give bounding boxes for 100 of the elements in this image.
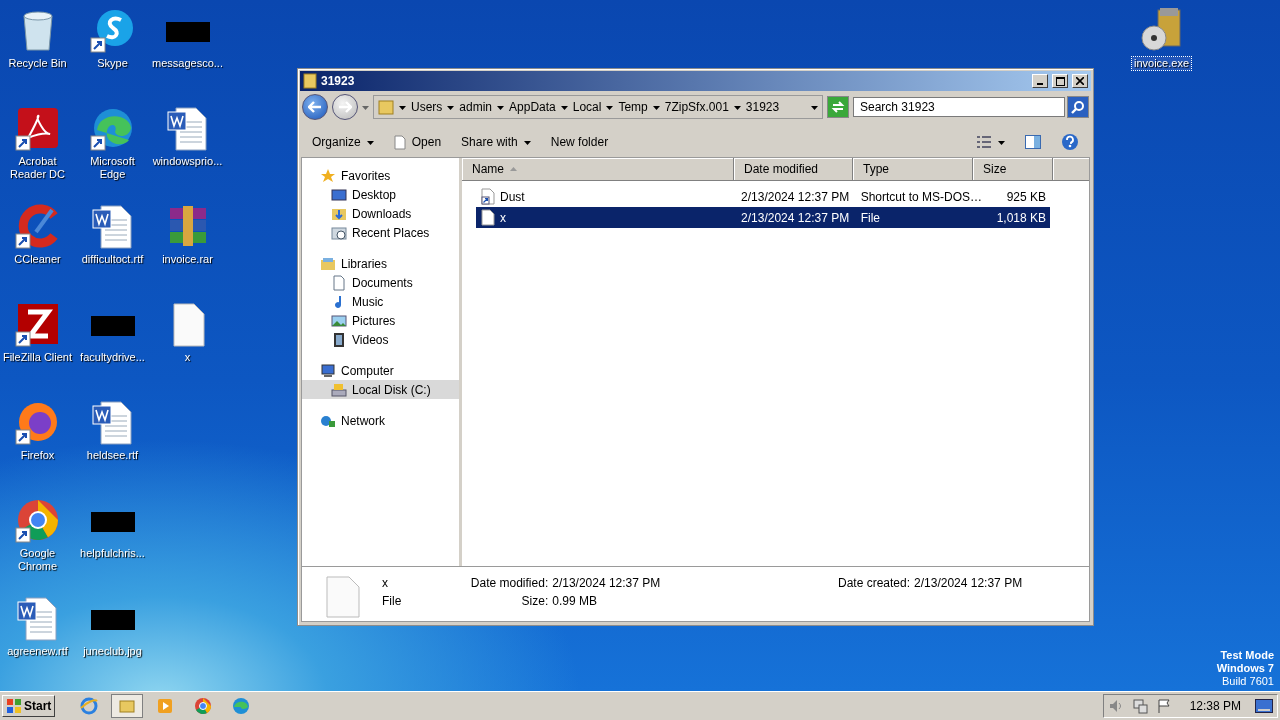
maximize-icon <box>1055 76 1065 86</box>
breadcrumb-item[interactable]: Local <box>572 100 602 114</box>
icon-label[interactable]: Acrobat Reader DC <box>0 155 75 181</box>
file-row[interactable]: Dust 2/13/2024 12:37 PM Shortcut to MS-DOS… 925 KB <box>476 186 1050 207</box>
start-button[interactable]: Start <box>2 695 56 717</box>
nav-item[interactable]: Recent Places <box>302 223 459 242</box>
column-header[interactable]: Size <box>973 158 1053 181</box>
icon-label[interactable]: Skype <box>95 57 130 70</box>
icon-label[interactable]: invoice.rar <box>160 253 215 266</box>
icon-label[interactable]: heldsee.rtf <box>84 449 141 462</box>
nav-item[interactable]: Documents <box>302 273 459 292</box>
details-value: 0.99 MB <box>552 594 598 610</box>
details-label: Size: <box>520 594 549 610</box>
icon-label[interactable]: windowsprio... <box>150 155 225 168</box>
test-mode-label: Test Mode <box>1220 649 1274 662</box>
toolbar-button[interactable]: New folder <box>542 132 617 152</box>
close-button[interactable] <box>1072 74 1088 88</box>
details-file-type: File <box>382 594 400 610</box>
back-button[interactable] <box>302 94 328 120</box>
network-icon <box>1131 698 1148 714</box>
icon-label[interactable]: Google Chrome <box>0 547 75 573</box>
nav-item[interactable]: Downloads <box>302 204 459 223</box>
separator-caret-icon <box>399 103 406 111</box>
nav-item[interactable]: Favorites <box>302 166 459 185</box>
nav-item[interactable]: Music <box>302 292 459 311</box>
details-value: 2/13/2024 12:37 PM <box>914 576 1024 592</box>
nav-item[interactable]: Pictures <box>302 311 459 330</box>
media-player-icon <box>156 697 175 715</box>
maximize-button[interactable] <box>1052 74 1068 88</box>
breadcrumb-item[interactable]: admin <box>459 100 493 114</box>
icon-label[interactable]: FileZilla Client <box>0 351 75 364</box>
icon-label[interactable]: x <box>182 351 193 364</box>
caret-icon <box>523 138 531 146</box>
star-icon <box>320 167 336 184</box>
taskbar-app-button[interactable] <box>111 694 144 718</box>
nav-item[interactable]: Libraries <box>302 254 459 273</box>
caret-icon <box>998 138 1005 146</box>
column-header[interactable]: Date modified <box>734 158 853 181</box>
speaker-icon <box>1107 698 1124 714</box>
details-file-name: x <box>382 576 389 592</box>
size-cell-text: 1,018 KB <box>995 210 1047 225</box>
minimize-button[interactable] <box>1032 74 1048 88</box>
icon-label[interactable]: CCleaner <box>12 253 63 266</box>
file-name: x <box>500 210 506 225</box>
type-cell-text: Shortcut to MS-DOS… <box>859 189 984 204</box>
show-desktop-icon[interactable] <box>1255 699 1273 713</box>
folder-icon <box>331 224 347 241</box>
details-label: Date created: <box>837 576 911 592</box>
forward-arrow-icon <box>338 101 352 113</box>
column-header[interactable]: Name <box>462 158 734 181</box>
preview-pane-icon <box>1025 135 1041 149</box>
icon-label[interactable]: messagesco... <box>150 57 225 70</box>
breadcrumb-item[interactable]: AppData <box>509 100 556 114</box>
column-header[interactable]: Type <box>853 158 973 181</box>
picture-icon <box>331 312 347 329</box>
icon-label[interactable]: Firefox <box>18 449 57 462</box>
close-icon <box>1076 77 1084 85</box>
nav-item[interactable]: Videos <box>302 330 459 349</box>
breadcrumb-item[interactable]: 7ZipSfx.001 <box>664 100 729 114</box>
icon-label[interactable]: Microsoft Edge <box>75 155 150 181</box>
browser-icon <box>80 697 99 715</box>
breadcrumb-item[interactable]: 31923 <box>745 100 780 114</box>
shortcut-file-icon <box>480 188 496 205</box>
monitor-icon <box>331 186 347 203</box>
blank-file-icon <box>480 209 496 226</box>
type-cell-text: File <box>859 210 881 225</box>
search-icon <box>1071 100 1085 114</box>
date-cell-text: 2/13/2024 12:37 PM <box>740 210 851 225</box>
nav-item[interactable]: Local Disk (C:) <box>302 380 459 399</box>
file-icon <box>393 134 406 150</box>
forward-button[interactable] <box>332 94 358 120</box>
clock: 12:38 PM <box>1189 699 1241 713</box>
icon-label[interactable]: Recycle Bin <box>6 57 69 70</box>
toolbar-button[interactable]: Open <box>385 131 450 153</box>
nav-item[interactable]: Computer <box>302 361 459 380</box>
address-bar[interactable]: Users admin AppData Local Temp 7ZipSfx.001 31923 <box>373 95 823 119</box>
icon-label[interactable]: invoice.exe <box>1131 57 1191 70</box>
film-icon <box>331 331 347 348</box>
refresh-button[interactable] <box>827 96 849 118</box>
icon-label[interactable]: facultydrive... <box>78 351 147 364</box>
nav-item[interactable]: Network <box>302 411 459 430</box>
document-icon <box>331 274 347 291</box>
file-row[interactable]: x 2/13/2024 12:37 PM File 1,018 KB <box>476 207 1050 228</box>
separator-caret-icon <box>606 103 614 111</box>
nav-item[interactable]: Desktop <box>302 185 459 204</box>
caret-icon <box>366 138 374 146</box>
toolbar-button[interactable]: Share with <box>453 132 539 152</box>
breadcrumb-item[interactable]: Temp <box>618 100 648 114</box>
build-label: Build 7601 <box>1222 675 1274 688</box>
breadcrumb-item[interactable]: Users <box>411 100 443 114</box>
icon-label[interactable]: difficultoct.rtf <box>79 253 146 266</box>
size-cell-text: 925 KB <box>1005 189 1047 204</box>
search-field[interactable]: Search 31923 <box>853 97 1065 117</box>
date-cell-text: 2/13/2024 12:37 PM <box>740 189 851 204</box>
os-edition-label: Windows 7 <box>1216 662 1274 675</box>
search-button[interactable] <box>1067 96 1089 118</box>
toolbar-button[interactable]: Organize <box>304 132 382 152</box>
help-icon <box>1061 133 1079 151</box>
separator-caret-icon <box>497 103 505 111</box>
windows-logo-icon <box>6 698 22 714</box>
